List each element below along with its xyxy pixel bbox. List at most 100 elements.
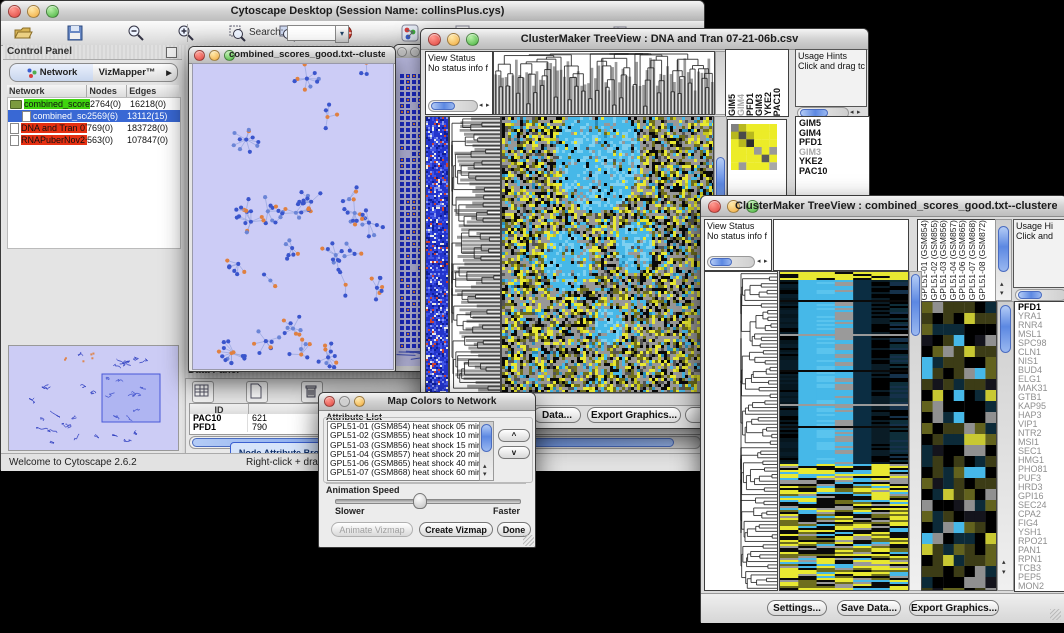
treeview1-titlebar[interactable]: ClusterMaker TreeView : DNA and Tran 07-… (421, 29, 868, 50)
treeview2-close-button[interactable] (708, 200, 721, 213)
network-row[interactable]: RNAPuberNov2+563(0)107847(0) (8, 134, 180, 146)
zoom-scroll-thumb[interactable] (1000, 305, 1011, 353)
speed-slider-thumb[interactable] (413, 493, 427, 509)
minimize-button[interactable] (27, 5, 40, 18)
attribute-list-scrollbar[interactable]: ▴ ▾ (479, 421, 494, 481)
view-status-hscrollbar[interactable] (707, 256, 755, 268)
save-icon[interactable] (65, 23, 85, 43)
attribute-id-cell: PFD1 (190, 423, 248, 432)
label-scroll-up-icon[interactable]: ▴ (1000, 281, 1004, 288)
speed-slider-track[interactable] (335, 499, 521, 504)
move-up-button[interactable]: ^ (498, 429, 530, 442)
view-status-hscrollbar[interactable] (428, 100, 478, 112)
network-doc-icon (22, 111, 31, 122)
network-overview-canvas[interactable] (9, 346, 176, 448)
treeview1-global-overview[interactable] (425, 116, 449, 393)
treeview2-resize-grip[interactable] (1050, 609, 1061, 620)
close-button[interactable] (8, 5, 21, 18)
attribute-scroll-down-icon[interactable]: ▾ (483, 471, 487, 478)
network-view-minimize-button[interactable] (209, 50, 220, 61)
zoom-scroll-up-icon[interactable]: ▴ (1002, 559, 1006, 566)
main-titlebar[interactable]: Cytoscape Desktop (Session Name: collins… (1, 1, 704, 22)
move-down-button[interactable]: v (498, 446, 530, 459)
treeview2-heatmap[interactable] (779, 271, 909, 591)
treeview2-zoom-heatmap[interactable] (921, 301, 997, 591)
dialog-close-button[interactable] (324, 396, 335, 407)
table-mode-icon[interactable] (192, 381, 214, 403)
col-nodes[interactable]: Nodes (87, 85, 127, 97)
network-view-canvas[interactable] (192, 63, 394, 370)
search-input[interactable] (287, 25, 337, 41)
save-data-button[interactable]: Save Data... (837, 600, 901, 616)
slower-label: Slower (335, 506, 365, 516)
lattice-close-button[interactable] (397, 47, 407, 57)
attribute-scroll-up-icon[interactable]: ▴ (483, 463, 487, 470)
label-scroll-thumb[interactable] (998, 226, 1009, 272)
scroll-right-icon[interactable]: ▸ (764, 258, 768, 265)
scroll-left-icon[interactable]: ◂ (479, 102, 483, 109)
network-table: combined_scores_2764(0)16218(0)combined_… (7, 97, 181, 249)
column-label[interactable]: GPL51-08 (GSM872) (978, 220, 988, 300)
treeview2-row-dendrogram[interactable] (739, 271, 778, 591)
network-overview-panel[interactable] (8, 345, 179, 451)
settings-button[interactable]: Settings... (767, 600, 827, 616)
column-label[interactable]: PAC10 (773, 88, 782, 116)
treeview2-vscroll-thumb[interactable] (911, 274, 920, 336)
hints-scroll-right-icon[interactable]: ▸ (857, 109, 861, 116)
zoom-scroll-down-icon[interactable]: ▾ (1002, 569, 1006, 576)
col-edges[interactable]: Edges (127, 85, 179, 97)
gene-label[interactable]: MON2 (1018, 582, 1064, 591)
network-view-close-button[interactable] (194, 50, 205, 61)
attribute-list-item[interactable]: GPL51-07 (GSM868) heat shock 60 min (328, 468, 480, 477)
treeview2-zoom-scrollbar[interactable]: ▴ ▾ (997, 301, 1014, 591)
zoom-out-icon[interactable] (126, 23, 146, 43)
animate-vizmap-button[interactable]: Animate Vizmap (331, 522, 413, 537)
dialog-titlebar[interactable]: Map Colors to Network (319, 393, 535, 411)
network-table-header: Network Nodes Edges (7, 85, 179, 97)
attribute-list[interactable]: GPL51-01 (GSM854) heat shock 05 minGPL51… (327, 421, 481, 481)
network-edges-cell: 107847(0) (127, 135, 168, 145)
treeview2-window: ClusterMaker TreeView : combined_scores_… (700, 195, 1064, 623)
new-attribute-icon[interactable] (246, 381, 268, 403)
search-dropdown-arrow[interactable]: ▾ (335, 25, 349, 43)
treeview2-label-scrollbar[interactable]: ▴ ▾ (995, 219, 1012, 301)
lattice-minimize-button[interactable] (410, 47, 420, 57)
col-network[interactable]: Network (7, 85, 87, 97)
treeview1-export-graphics-button[interactable]: Export Graphics... (587, 407, 681, 423)
network-row[interactable]: DNA and Tran 07769(0)183728(0) (8, 122, 180, 134)
treeview1-minimize-button[interactable] (447, 33, 460, 46)
tab-overflow-label: ▶ (166, 69, 171, 77)
export-graphics-button[interactable]: Export Graphics... (909, 600, 999, 616)
treeview2-titlebar[interactable]: ClusterMaker TreeView : combined_scores_… (701, 196, 1064, 217)
treeview2-hints-scrollbar[interactable] (1015, 289, 1064, 301)
treeview2-column-tree-area[interactable] (773, 219, 909, 271)
float-panel-icon[interactable] (166, 47, 177, 58)
treeview1-view-status: View Status No status info f ◂ ▸ (425, 51, 493, 115)
treeview1-row-dendrogram[interactable] (449, 116, 501, 393)
network-row[interactable]: combined_scores_2764(0)16218(0) (8, 98, 180, 110)
label-scroll-down-icon[interactable]: ▾ (1000, 290, 1004, 297)
treeview1-close-button[interactable] (428, 33, 441, 46)
hints-scroll-left-icon[interactable]: ◂ (850, 109, 854, 116)
view-status-text: No status info f (428, 63, 488, 73)
gene-label[interactable]: PAC10 (799, 167, 869, 177)
scroll-right-icon[interactable]: ▸ (486, 102, 490, 109)
treeview2-view-status: View Status No status info f ◂ ▸ (704, 219, 772, 271)
treeview1-heatmap[interactable] (501, 116, 714, 393)
dialog-resize-grip[interactable] (523, 535, 534, 546)
tab-overflow-arrow[interactable]: ▶ (161, 63, 178, 82)
scroll-left-icon[interactable]: ◂ (757, 258, 761, 265)
open-folder-icon[interactable] (13, 23, 33, 43)
vizmapper-icon[interactable] (400, 23, 420, 43)
dialog-minimize-button[interactable] (339, 396, 350, 407)
tab-network[interactable]: Network (9, 63, 95, 82)
zoom-selected-region-icon[interactable] (227, 23, 247, 43)
treeview1-data-button[interactable]: Data... (533, 407, 581, 423)
network-row[interactable]: combined_sco2569(6)13112(15) (8, 110, 180, 122)
treeview1-zoom-matrix[interactable] (731, 124, 777, 170)
create-vizmap-button[interactable]: Create Vizmap (419, 522, 493, 537)
treeview1-column-dendrogram[interactable] (493, 51, 715, 115)
attribute-scroll-thumb[interactable] (481, 424, 492, 452)
tab-vizmapper[interactable]: VizMapper™ (93, 63, 162, 82)
network-view-titlebar[interactable]: combined_scores_good.txt--cluste... (189, 47, 395, 64)
